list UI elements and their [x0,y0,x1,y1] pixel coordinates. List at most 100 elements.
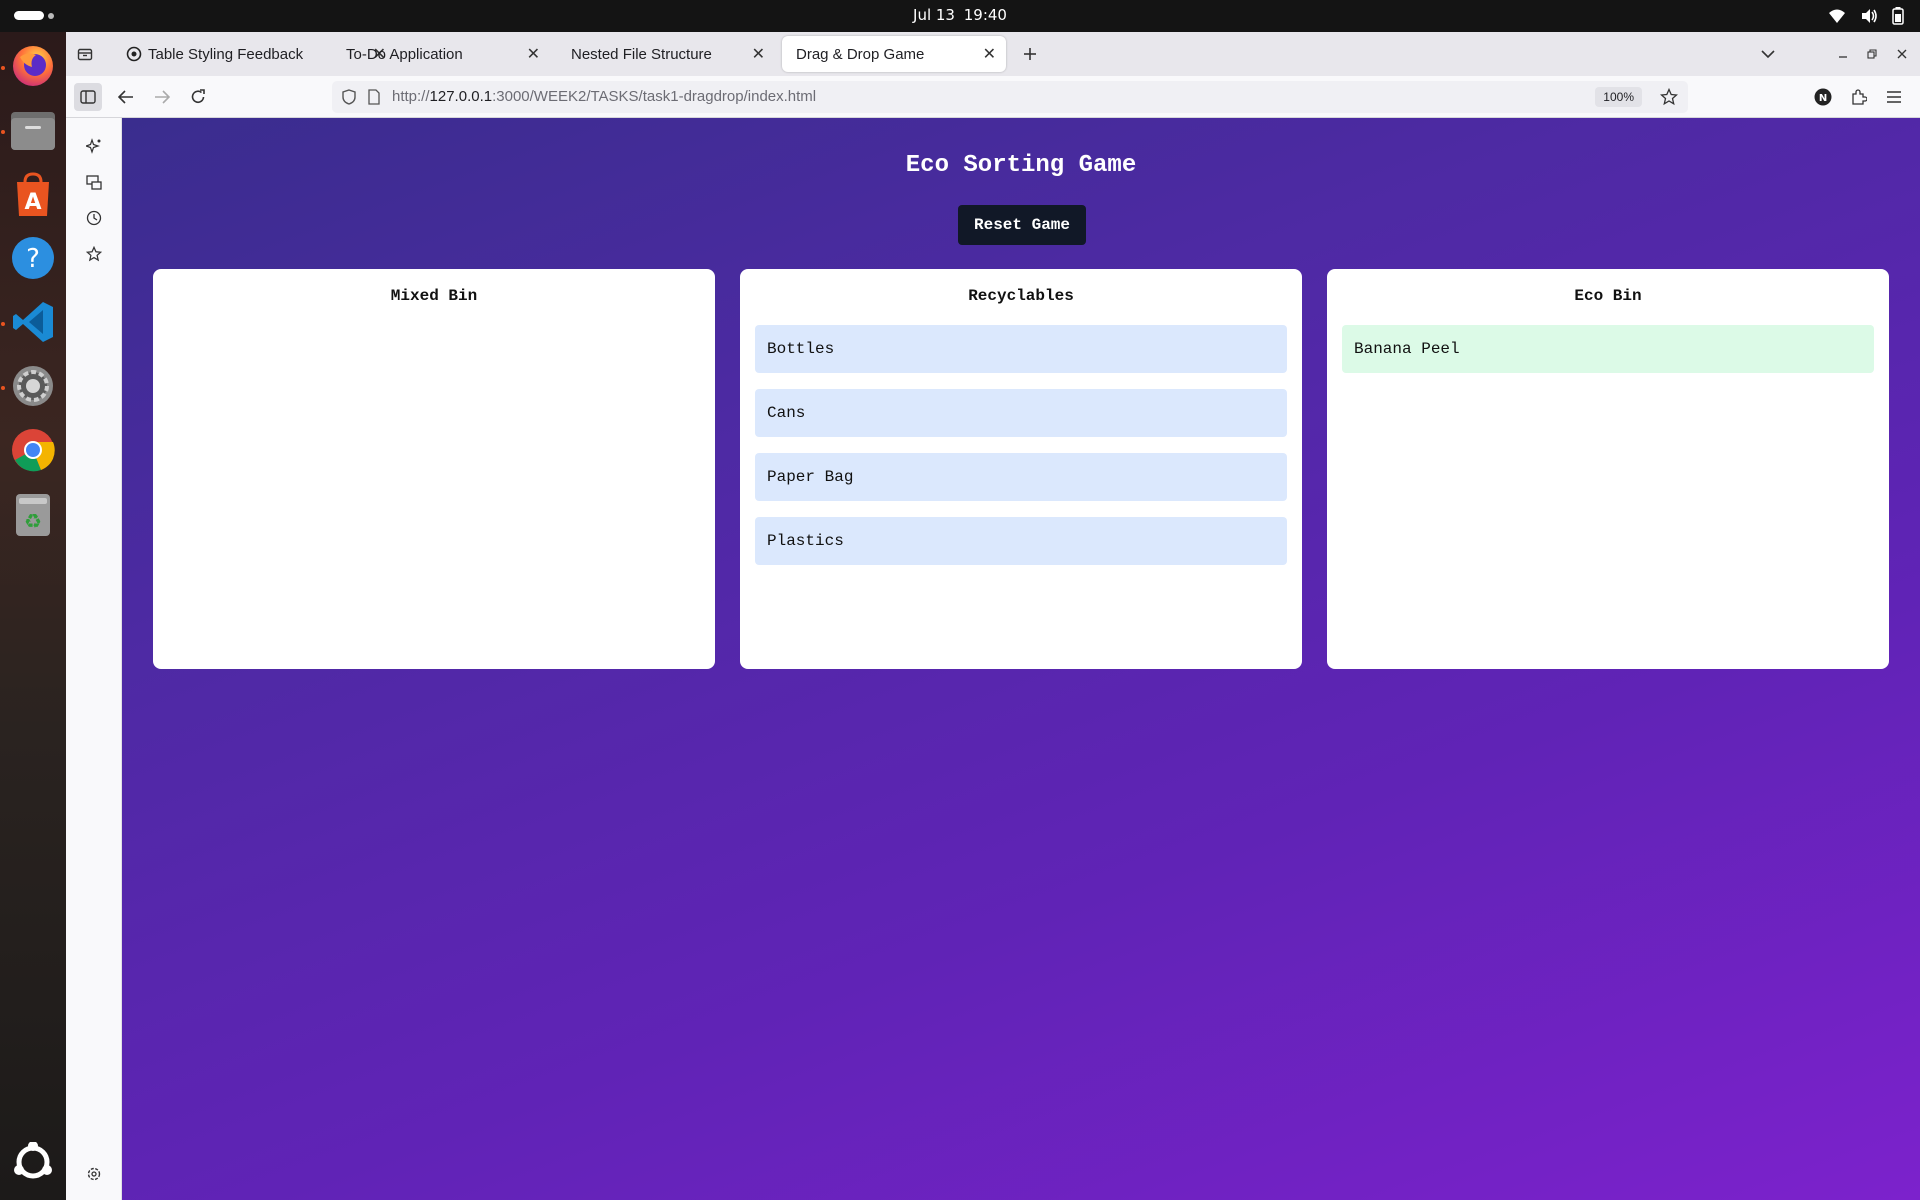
hamburger-menu-icon [1887,91,1901,103]
new-tab-button[interactable] [1016,40,1044,68]
draggable-item-bottles[interactable]: Bottles [755,325,1287,373]
firefox-window: Table Styling Feedback ✕ To-Do Applicati… [66,32,1920,1200]
dock-active-indicator [1,66,5,70]
star-icon [86,246,102,262]
sidebar-customize-button[interactable] [80,1160,108,1188]
battery-icon [1892,7,1904,25]
svg-text:?: ? [26,244,40,274]
sidebar-history-button[interactable] [80,204,108,232]
dock-files[interactable] [9,106,57,154]
firefox-icon [13,46,53,86]
dock-trash[interactable]: ♻ [9,490,57,538]
sidebar-bookmarks-button[interactable] [80,240,108,268]
draggable-item-cans[interactable]: Cans [755,389,1287,437]
sidebar-icon [80,90,96,104]
minimize-button[interactable] [1829,40,1857,68]
clock-date: Jul 13 [913,6,955,24]
reload-button[interactable] [184,83,212,111]
minimize-icon [1839,56,1847,58]
tab-close-icon[interactable]: ✕ [527,44,540,64]
svg-text:♻: ♻ [24,509,42,533]
draggable-item-plastics[interactable]: Plastics [755,517,1287,565]
tab-to-do-application[interactable]: To-Do Application ✕ [332,36,550,72]
star-icon[interactable] [1660,88,1678,106]
account-avatar-icon: N [1814,88,1832,106]
sparkle-icon [86,138,101,154]
dock-firefox[interactable] [9,42,57,90]
reset-game-button[interactable]: Reset Game [958,205,1086,245]
back-button[interactable] [112,83,140,111]
svg-text:A: A [24,190,41,215]
tab-drag-drop-game[interactable]: Drag & Drop Game ✕ [782,36,1006,72]
close-icon [1897,49,1907,59]
maximize-button[interactable] [1858,40,1886,68]
arrow-right-icon [155,90,170,104]
chrome-icon [12,429,55,472]
reload-icon [191,89,205,103]
settings-icon [13,366,53,406]
url-path: :3000/WEEK2/TASKS/task1-dragdrop/index.h… [492,88,817,105]
extensions-button[interactable] [1845,83,1873,111]
draggable-item-banana-peel[interactable]: Banana Peel [1342,325,1874,373]
wifi-icon [1829,9,1845,23]
dock-help[interactable]: ? [9,234,57,282]
gear-icon [87,1167,101,1181]
volume-icon [1862,9,1877,23]
arrow-left-icon [118,90,133,104]
dock-settings[interactable] [9,362,57,410]
dock-active-indicator [1,322,5,326]
tab-nested-file-structure[interactable]: Nested File Structure ✕ [557,36,775,72]
puzzle-icon [1852,89,1867,105]
sidebar-toggle-button[interactable] [74,83,102,111]
dock-vscode[interactable] [9,298,57,346]
dock-app-center[interactable]: A [9,170,57,218]
tab-close-icon[interactable]: ✕ [983,44,996,64]
navigation-bar: http://127.0.0.1:3000/WEEK2/TASKS/task1-… [66,76,1920,118]
web-page-content: Eco Sorting Game Reset Game Mixed Bin Re… [122,118,1920,1200]
app-center-icon: A [17,172,49,216]
firefox-view-button[interactable] [71,40,99,68]
clock-icon [86,210,102,226]
dock-show-apps[interactable] [9,1138,57,1186]
chevron-down-icon [1761,50,1775,59]
tab-title: To-Do Application [346,45,463,63]
dock-active-indicator [1,386,5,390]
restore-icon [1867,49,1877,59]
page-title: Eco Sorting Game [905,152,1137,179]
clock[interactable]: Jul 13 19:40 [0,6,1920,24]
recyclables-bin[interactable]: Recyclables Bottles Cans Paper Bag Plast… [740,269,1302,669]
bin-items-list: Bottles Cans Paper Bag Plastics [755,325,1287,581]
draggable-item-paper-bag[interactable]: Paper Bag [755,453,1287,501]
eco-bin[interactable]: Eco Bin Banana Peel [1327,269,1889,669]
openai-favicon-icon [126,46,142,62]
bin-items-list: Banana Peel [1342,325,1874,389]
list-all-tabs-button[interactable] [1754,40,1782,68]
dock-chrome[interactable] [9,426,57,474]
files-icon [11,112,55,150]
close-window-button[interactable] [1888,40,1916,68]
synced-tabs-icon [86,175,102,190]
svg-text:N: N [1819,93,1827,104]
dock-active-indicator [1,130,5,134]
shield-icon [342,89,356,105]
browser-sidebar [66,118,122,1200]
mixed-bin[interactable]: Mixed Bin [153,269,715,669]
zoom-level-badge[interactable]: 100% [1595,87,1642,107]
trash-icon: ♻ [16,494,50,536]
bin-title: Recyclables [968,287,1074,305]
vscode-icon [13,302,53,342]
ubuntu-dock: A ? ♻ [0,32,66,1200]
help-icon: ? [12,237,54,279]
tab-close-icon[interactable]: ✕ [752,44,765,64]
url-text[interactable]: http://127.0.0.1:3000/WEEK2/TASKS/task1-… [392,88,816,105]
url-scheme: http:// [392,88,430,105]
sidebar-ai-chatbot-button[interactable] [80,132,108,160]
tab-title: Drag & Drop Game [796,45,925,63]
app-menu-button[interactable] [1880,83,1908,111]
ubuntu-apps-icon [14,1142,52,1179]
address-bar[interactable]: http://127.0.0.1:3000/WEEK2/TASKS/task1-… [332,81,1688,113]
system-tray[interactable] [1828,7,1904,25]
sidebar-synced-tabs-button[interactable] [80,168,108,196]
account-button[interactable]: N [1809,83,1837,111]
forward-button[interactable] [148,83,176,111]
